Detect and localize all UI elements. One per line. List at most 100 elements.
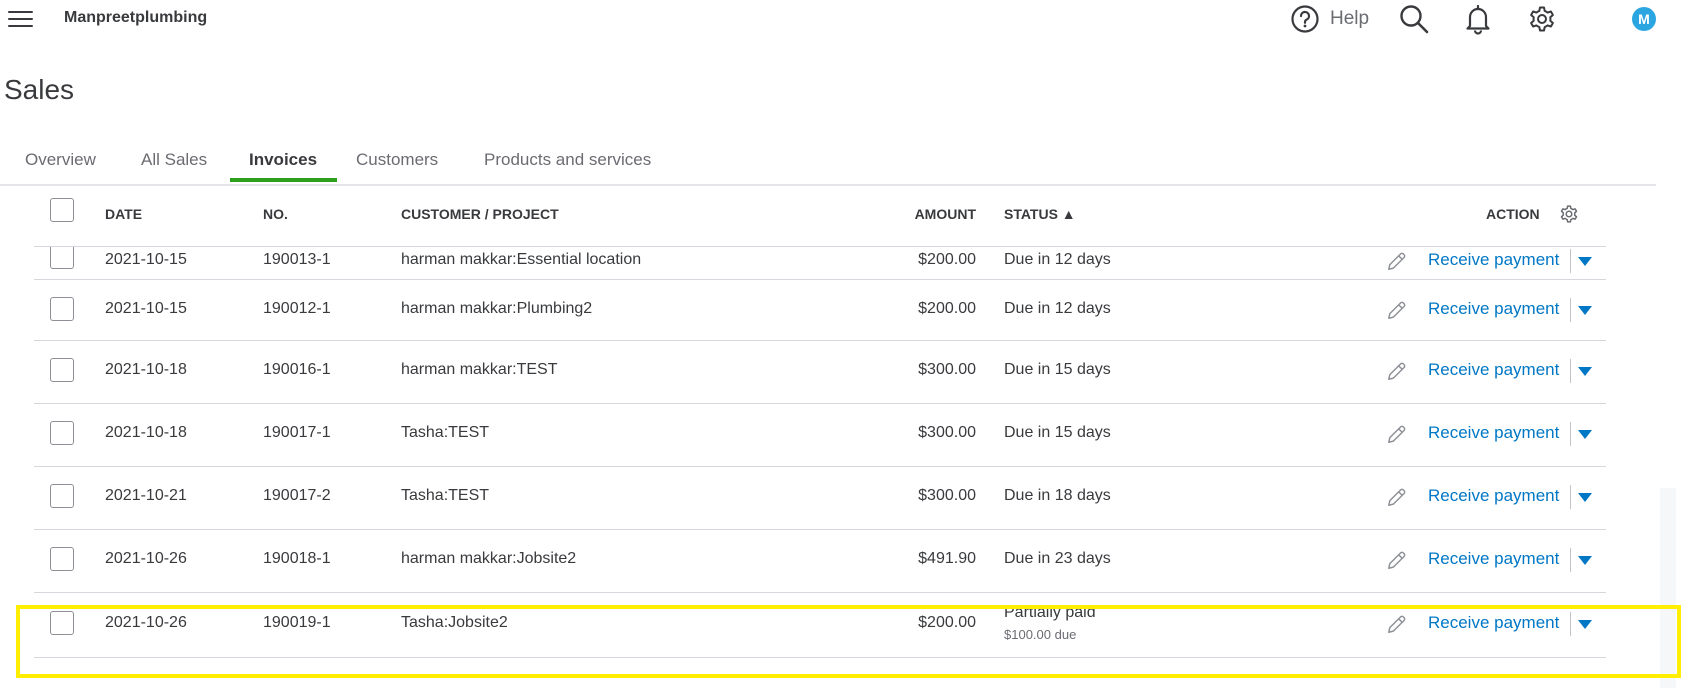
row-checkbox[interactable] (50, 484, 74, 508)
table-row[interactable]: 2021-10-21 190017-2 Tasha:TEST $300.00 D… (34, 467, 1606, 530)
bell-icon[interactable] (1462, 3, 1494, 35)
select-all-checkbox[interactable] (50, 198, 74, 222)
action-dropdown-caret-icon[interactable] (1578, 493, 1592, 502)
menu-icon[interactable] (8, 9, 34, 29)
help-button[interactable]: Help (1290, 4, 1369, 34)
company-name[interactable]: Manpreetplumbing (64, 9, 207, 27)
tab-all-sales[interactable]: All Sales (141, 150, 207, 170)
gear-icon[interactable] (1526, 3, 1558, 35)
row-date: 2021-10-15 (105, 251, 187, 268)
receive-payment-link[interactable]: Receive payment (1428, 423, 1559, 443)
row-date: 2021-10-21 (105, 487, 187, 504)
row-amount: $300.00 (918, 424, 976, 441)
table-row[interactable]: 2021-10-15 190012-1 harman makkar:Plumbi… (34, 280, 1606, 341)
row-status: Due in 12 days (1004, 251, 1111, 268)
row-number[interactable]: 190019-1 (263, 614, 331, 632)
row-status: Due in 12 days (1004, 300, 1111, 317)
row-customer: harman makkar:TEST (401, 361, 558, 378)
receive-payment-link[interactable]: Receive payment (1428, 299, 1559, 319)
row-date: 2021-10-26 (105, 614, 187, 631)
action-divider (1570, 422, 1571, 446)
action-divider (1570, 485, 1571, 509)
table-row[interactable]: 2021-10-15 190013-1 harman makkar:Essent… (34, 247, 1606, 280)
column-no[interactable]: NO. (263, 206, 288, 222)
row-amount: $300.00 (918, 487, 976, 504)
row-checkbox[interactable] (50, 358, 74, 382)
column-action: ACTION (1486, 206, 1540, 222)
action-divider (1570, 612, 1571, 636)
table-settings-gear-icon[interactable] (1558, 203, 1580, 225)
column-status[interactable]: STATUS ▲ (1004, 206, 1076, 222)
row-number[interactable]: 190012-1 (263, 300, 331, 318)
action-dropdown-caret-icon[interactable] (1578, 556, 1592, 565)
table-row[interactable]: 2021-10-18 190017-1 Tasha:TEST $300.00 D… (34, 404, 1606, 467)
edit-pencil-icon[interactable] (1386, 486, 1408, 508)
row-date: 2021-10-26 (105, 550, 187, 567)
row-checkbox[interactable] (50, 421, 74, 445)
row-date: 2021-10-15 (105, 300, 187, 317)
edit-pencil-icon[interactable] (1386, 360, 1408, 382)
row-status: Due in 15 days (1004, 361, 1111, 378)
action-dropdown-caret-icon[interactable] (1578, 306, 1592, 315)
receive-payment-link[interactable]: Receive payment (1428, 250, 1559, 270)
row-number[interactable]: 190017-2 (263, 487, 331, 505)
row-checkbox[interactable] (50, 611, 74, 635)
column-customer[interactable]: CUSTOMER / PROJECT (401, 206, 559, 222)
row-status: Due in 15 days (1004, 424, 1111, 441)
row-number[interactable]: 190017-1 (263, 424, 331, 442)
row-status: Due in 18 days (1004, 487, 1111, 504)
help-label: Help (1330, 8, 1370, 29)
row-checkbox[interactable] (50, 547, 74, 571)
row-customer: Tasha:TEST (401, 487, 490, 504)
scrollbar-track[interactable] (1660, 488, 1676, 688)
tab-invoices[interactable]: Invoices (249, 150, 317, 170)
edit-pencil-icon[interactable] (1386, 423, 1408, 445)
row-amount: $200.00 (918, 614, 976, 631)
row-customer: harman makkar:Jobsite2 (401, 550, 577, 567)
row-status-balance-due: $100.00 due (1004, 627, 1077, 642)
row-number[interactable]: 190016-1 (263, 361, 331, 379)
row-customer: Tasha:TEST (401, 424, 490, 441)
edit-pencil-icon[interactable] (1386, 250, 1408, 272)
receive-payment-link[interactable]: Receive payment (1428, 486, 1559, 506)
top-bar: Manpreetplumbing Help M (0, 0, 1703, 38)
action-divider (1570, 359, 1571, 383)
table-row[interactable]: 2021-10-18 190016-1 harman makkar:TEST $… (34, 341, 1606, 404)
column-date[interactable]: DATE (105, 206, 142, 222)
row-customer: harman makkar:Plumbing2 (401, 300, 593, 317)
active-tab-indicator (230, 178, 337, 182)
action-dropdown-caret-icon[interactable] (1578, 620, 1592, 629)
row-customer: Tasha:Jobsite2 (401, 614, 508, 631)
receive-payment-link[interactable]: Receive payment (1428, 360, 1559, 380)
row-checkbox[interactable] (50, 297, 74, 321)
column-amount[interactable]: AMOUNT (864, 206, 976, 222)
receive-payment-link[interactable]: Receive payment (1428, 613, 1559, 633)
row-customer: harman makkar:Essential location (401, 251, 642, 268)
receive-payment-link[interactable]: Receive payment (1428, 549, 1559, 569)
row-number[interactable]: 190013-1 (263, 251, 331, 269)
tab-customers[interactable]: Customers (356, 150, 438, 170)
action-divider (1570, 249, 1571, 273)
search-icon[interactable] (1398, 3, 1430, 35)
row-status: Partially paid (1004, 604, 1096, 621)
row-amount: $200.00 (918, 300, 976, 317)
action-dropdown-caret-icon[interactable] (1578, 367, 1592, 376)
edit-pencil-icon[interactable] (1386, 549, 1408, 571)
tab-overview[interactable]: Overview (25, 150, 96, 170)
row-checkbox[interactable] (50, 247, 74, 269)
action-divider (1570, 298, 1571, 322)
table-row[interactable]: 2021-10-26 190018-1 harman makkar:Jobsit… (34, 530, 1606, 593)
avatar[interactable]: M (1632, 7, 1656, 31)
edit-pencil-icon[interactable] (1386, 299, 1408, 321)
action-dropdown-caret-icon[interactable] (1578, 430, 1592, 439)
help-icon (1291, 5, 1319, 33)
tab-products-and-services[interactable]: Products and services (484, 150, 651, 170)
row-number[interactable]: 190018-1 (263, 550, 331, 568)
edit-pencil-icon[interactable] (1386, 613, 1408, 635)
row-amount: $491.90 (918, 550, 976, 567)
table-header: DATE NO. CUSTOMER / PROJECT AMOUNT STATU… (34, 186, 1606, 247)
table-row[interactable]: 2021-10-26 190019-1 Tasha:Jobsite2 $200.… (34, 593, 1606, 658)
tab-bar: Overview All Sales Invoices Customers Pr… (0, 140, 1656, 186)
row-status: Due in 23 days (1004, 550, 1111, 567)
action-dropdown-caret-icon[interactable] (1578, 257, 1592, 266)
